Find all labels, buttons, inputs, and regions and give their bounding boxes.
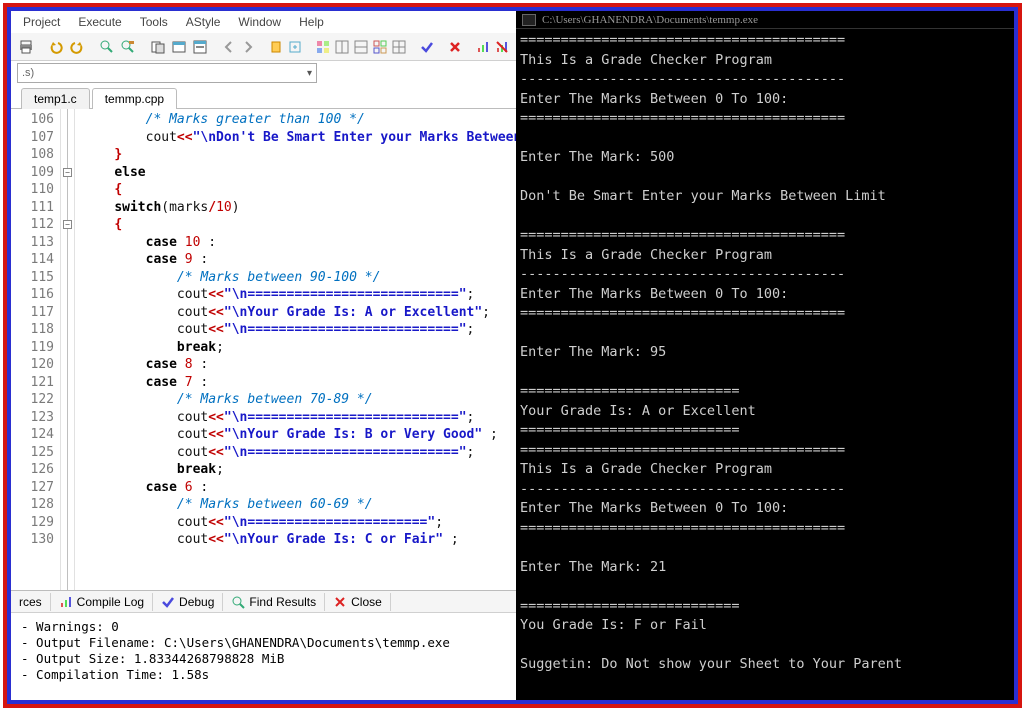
file-tabs: temp1.ctemmp.cpp [11,85,516,109]
undo-icon[interactable] [47,37,65,57]
grid5-icon[interactable] [391,37,407,57]
code-editor[interactable]: 1061071081091101111121131141151161171181… [11,109,516,590]
scope-combo-text: .s) [22,67,34,79]
chevron-down-icon: ▾ [307,68,312,79]
menu-astyle[interactable]: AStyle [178,13,229,31]
error-icon[interactable] [447,37,463,57]
bottom-tabbar: rces Compile Log Debug Find Results Clos… [11,590,516,612]
scope-combo[interactable]: .s) ▾ [17,63,317,83]
nav-back-icon[interactable] [221,37,237,57]
menu-project[interactable]: Project [15,13,68,31]
bookmark-icon[interactable] [268,37,284,57]
check-icon[interactable] [419,37,435,57]
console-title-text: C:\Users\GHANENDRA\Documents\temmp.exe [542,14,758,26]
bottom-tab-resources[interactable]: rces [11,593,51,611]
find-icon[interactable] [98,37,116,57]
console-titlebar: C:\Users\GHANENDRA\Documents\temmp.exe [516,11,1014,29]
replace-icon[interactable] [119,37,137,57]
file-tab[interactable]: temp1.c [21,88,90,109]
code-content[interactable]: /* Marks greater than 100 */ cout<<"\nDo… [75,109,516,590]
redo-icon[interactable] [68,37,86,57]
bottom-tab-find-results[interactable]: Find Results [223,593,325,611]
compile-log-output[interactable]: - Warnings: 0- Output Filename: C:\Users… [11,612,516,700]
goto-icon[interactable] [287,37,303,57]
file-tab[interactable]: temmp.cpp [92,88,177,109]
compile-run-icon[interactable] [191,37,209,57]
console-output[interactable]: ========================================… [516,29,1014,677]
bottom-tab-compile-log[interactable]: Compile Log [51,593,153,611]
compile-icon[interactable] [149,37,167,57]
profile-icon[interactable] [475,37,491,57]
grid2-icon[interactable] [334,37,350,57]
line-gutter: 1061071081091101111121131141151161171181… [11,109,61,590]
menu-tools[interactable]: Tools [132,13,176,31]
menu-execute[interactable]: Execute [70,13,129,31]
console-icon [522,14,536,26]
delete-profile-icon[interactable] [494,37,510,57]
nav-fwd-icon[interactable] [240,37,256,57]
grid4-icon[interactable] [372,37,388,57]
console-window: C:\Users\GHANENDRA\Documents\temmp.exe =… [516,11,1014,700]
grid3-icon[interactable] [353,37,369,57]
print-icon[interactable] [17,37,35,57]
toolbar [11,33,516,61]
bottom-tab-debug[interactable]: Debug [153,593,223,611]
bottom-tab-close[interactable]: Close [325,593,391,611]
menu-bar: ProjectExecuteToolsAStyleWindowHelp [11,11,516,33]
menu-help[interactable]: Help [291,13,332,31]
grid1-icon[interactable] [315,37,331,57]
fold-column[interactable]: −− [61,109,75,590]
run-icon[interactable] [170,37,188,57]
menu-window[interactable]: Window [230,13,289,31]
